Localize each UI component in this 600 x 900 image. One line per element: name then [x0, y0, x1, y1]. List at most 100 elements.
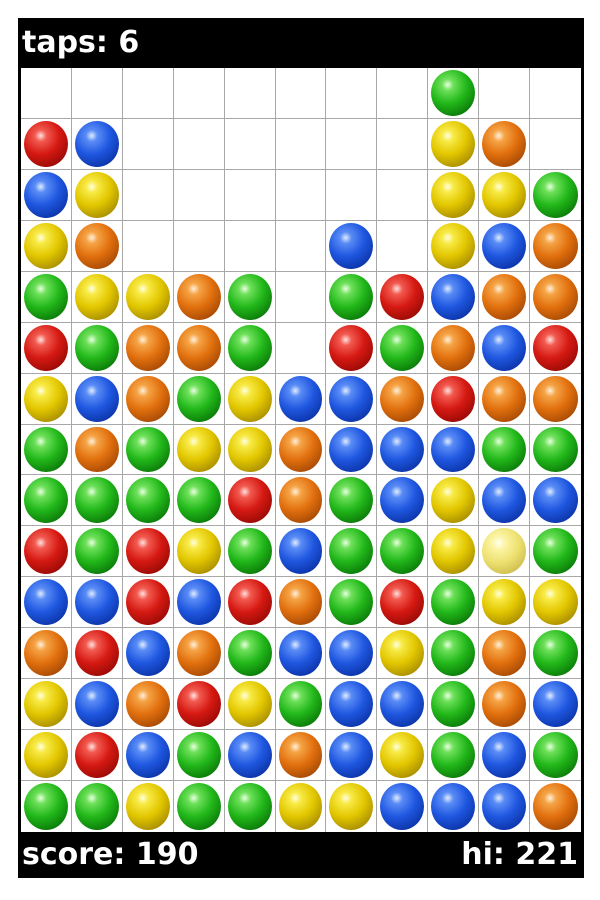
board-cell[interactable]: [173, 271, 225, 323]
board-cell[interactable]: [326, 577, 378, 629]
red-ball[interactable]: [24, 324, 68, 371]
orange-ball[interactable]: [533, 375, 578, 422]
yellow-ball[interactable]: [431, 222, 476, 269]
red-ball[interactable]: [176, 681, 221, 728]
board-cell[interactable]: [326, 475, 378, 527]
board-cell[interactable]: [275, 424, 327, 476]
board-cell[interactable]: [428, 373, 480, 425]
blue-ball[interactable]: [380, 783, 425, 830]
orange-ball[interactable]: [482, 120, 527, 167]
orange-ball[interactable]: [278, 732, 323, 779]
orange-ball[interactable]: [278, 579, 323, 626]
blue-ball[interactable]: [329, 222, 374, 269]
board-cell[interactable]: [224, 628, 276, 680]
orange-ball[interactable]: [125, 375, 170, 422]
board-cell[interactable]: [275, 526, 327, 578]
orange-ball[interactable]: [176, 273, 221, 320]
board-cell[interactable]: [377, 781, 429, 832]
orange-ball[interactable]: [380, 375, 425, 422]
board-cell[interactable]: [275, 118, 327, 170]
board-cell[interactable]: [428, 220, 480, 272]
yellow-ball[interactable]: [431, 171, 476, 218]
green-ball[interactable]: [24, 426, 68, 473]
board-cell[interactable]: [174, 781, 225, 832]
board-cell[interactable]: [173, 526, 225, 578]
board-cell[interactable]: [479, 220, 531, 272]
blue-ball[interactable]: [431, 783, 476, 830]
board-cell[interactable]: [21, 781, 72, 832]
green-ball[interactable]: [24, 783, 68, 830]
board-cell[interactable]: [275, 322, 327, 374]
green-ball[interactable]: [176, 732, 221, 779]
board-cell[interactable]: [122, 475, 174, 527]
board-cell[interactable]: [71, 475, 123, 527]
board-cell[interactable]: [21, 730, 72, 782]
board-cell[interactable]: [224, 424, 276, 476]
blue-ball[interactable]: [24, 171, 68, 218]
board-cell[interactable]: [21, 475, 72, 527]
board-cell[interactable]: [428, 68, 480, 119]
blue-ball[interactable]: [431, 426, 476, 473]
green-ball[interactable]: [125, 477, 170, 524]
board-cell[interactable]: [479, 730, 531, 782]
board-cell[interactable]: [530, 374, 581, 425]
board-cell[interactable]: [428, 679, 480, 731]
board-cell[interactable]: [428, 628, 480, 680]
board-cell[interactable]: [428, 169, 480, 221]
board-cell[interactable]: [479, 475, 531, 527]
board-cell[interactable]: [428, 118, 480, 170]
green-ball[interactable]: [380, 324, 425, 371]
board-cell[interactable]: [224, 169, 276, 221]
yellow-ball[interactable]: [24, 732, 68, 779]
blue-ball[interactable]: [329, 630, 374, 677]
board-cell[interactable]: [326, 169, 378, 221]
blue-ball[interactable]: [380, 477, 425, 524]
red-ball[interactable]: [380, 273, 425, 320]
board-cell[interactable]: [173, 475, 225, 527]
red-ball[interactable]: [24, 120, 68, 167]
green-ball[interactable]: [329, 528, 374, 575]
blue-ball[interactable]: [482, 222, 527, 269]
orange-ball[interactable]: [176, 324, 221, 371]
blue-ball[interactable]: [329, 426, 374, 473]
orange-ball[interactable]: [74, 222, 119, 269]
board-cell[interactable]: [71, 424, 123, 476]
board-cell[interactable]: [275, 577, 327, 629]
orange-ball[interactable]: [533, 273, 578, 320]
yellow-ball[interactable]: [431, 120, 476, 167]
blue-ball[interactable]: [278, 375, 323, 422]
yellow-ball[interactable]: [482, 579, 527, 626]
board-cell[interactable]: [173, 373, 225, 425]
board-cell[interactable]: [21, 220, 72, 272]
board-cell[interactable]: [21, 118, 72, 170]
board-cell[interactable]: [122, 730, 174, 782]
board-cell[interactable]: [71, 220, 123, 272]
board-cell[interactable]: [21, 679, 72, 731]
green-ball[interactable]: [227, 273, 272, 320]
board-cell[interactable]: [173, 679, 225, 731]
orange-ball[interactable]: [533, 222, 578, 269]
board-cell[interactable]: [326, 679, 378, 731]
green-ball[interactable]: [176, 477, 221, 524]
board-cell[interactable]: [326, 424, 378, 476]
green-ball[interactable]: [431, 681, 476, 728]
board-cell[interactable]: [530, 475, 581, 527]
board-cell[interactable]: [21, 68, 72, 119]
yellow-ball[interactable]: [482, 171, 527, 218]
board-cell[interactable]: [71, 373, 123, 425]
board-cell[interactable]: [428, 526, 480, 578]
blue-ball[interactable]: [125, 732, 170, 779]
pale-yellow-ball[interactable]: [482, 528, 527, 575]
blue-ball[interactable]: [380, 681, 425, 728]
board-cell[interactable]: [224, 220, 276, 272]
board-cell[interactable]: [377, 68, 429, 119]
board-cell[interactable]: [173, 322, 225, 374]
board-cell[interactable]: [224, 373, 276, 425]
green-ball[interactable]: [380, 528, 425, 575]
board-cell[interactable]: [377, 475, 429, 527]
board-cell[interactable]: [276, 781, 327, 832]
board-cell[interactable]: [428, 475, 480, 527]
green-ball[interactable]: [431, 70, 476, 116]
blue-ball[interactable]: [329, 681, 374, 728]
board-cell[interactable]: [122, 169, 174, 221]
